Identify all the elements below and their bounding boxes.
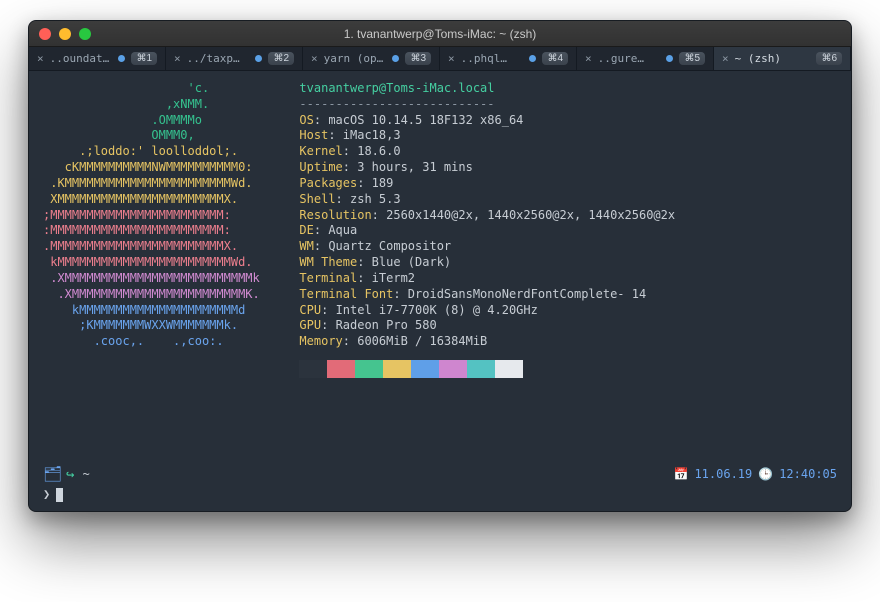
- prompt-line[interactable]: ❯: [43, 487, 837, 503]
- tab-hotkey: ⌘2: [268, 52, 294, 65]
- info-value: 18.6.0: [357, 144, 400, 158]
- maximize-button[interactable]: [79, 28, 91, 40]
- info-key: Memory: [299, 334, 342, 348]
- info-key: Terminal: [299, 271, 357, 285]
- traffic-lights: [39, 28, 91, 40]
- tab-close-icon[interactable]: ×: [37, 52, 44, 65]
- tab-close-icon[interactable]: ×: [311, 52, 318, 65]
- info-value: macOS 10.14.5 18F132 x86_64: [328, 113, 523, 127]
- info-value: Radeon Pro 580: [336, 318, 437, 332]
- tab-label: ..gure…: [598, 52, 661, 65]
- tab-hotkey: ⌘4: [542, 52, 568, 65]
- cwd-path: ~: [82, 467, 89, 483]
- info-key: CPU: [299, 303, 321, 317]
- tab-6[interactable]: × ~ (zsh) ⌘6: [714, 47, 851, 70]
- status-right: 📅 11.06.19 🕒 12:40:05: [674, 467, 838, 483]
- folder-icon: 🗂: [43, 465, 62, 485]
- info-value: 6006MiB / 16384MiB: [357, 334, 487, 348]
- info-key: Packages: [299, 176, 357, 190]
- info-value: zsh 5.3: [350, 192, 401, 206]
- info-separator: ---------------------------: [299, 97, 494, 111]
- tab-3[interactable]: × yarn (ope… ⌘3: [303, 47, 440, 70]
- clock-icon: 🕒: [758, 467, 773, 483]
- tab-1[interactable]: × ..oundatio… ⌘1: [29, 47, 166, 70]
- info-key: DE: [299, 223, 313, 237]
- tab-dirty-dot: [666, 55, 673, 62]
- tab-5[interactable]: × ..gure… ⌘5: [577, 47, 714, 70]
- status-time: 12:40:05: [779, 467, 837, 483]
- tab-dirty-dot: [392, 55, 399, 62]
- minimize-button[interactable]: [59, 28, 71, 40]
- info-value: iTerm2: [372, 271, 415, 285]
- info-key: WM Theme: [299, 255, 357, 269]
- info-key: Kernel: [299, 144, 342, 158]
- info-title: tvanantwerp@Toms-iMac.local: [299, 81, 494, 95]
- terminal-body[interactable]: 'c. ,xNMM. .OMMMMo OMMM0, .;loddo:' lool…: [29, 71, 851, 511]
- info-value: 3 hours, 31 mins: [357, 160, 473, 174]
- status-left: 🗂 ↪ ~: [43, 465, 90, 485]
- info-key: GPU: [299, 318, 321, 332]
- tab-hotkey: ⌘1: [131, 52, 157, 65]
- ascii-logo: 'c. ,xNMM. .OMMMMo OMMM0, .;loddo:' lool…: [43, 81, 281, 350]
- tab-close-icon[interactable]: ×: [174, 52, 181, 65]
- tab-label: ..oundatio…: [50, 52, 113, 65]
- info-key: Host: [299, 128, 328, 142]
- tab-close-icon[interactable]: ×: [722, 52, 729, 65]
- info-key: Terminal Font: [299, 287, 393, 301]
- tab-dirty-dot: [529, 55, 536, 62]
- window-title: 1. tvanantwerp@Toms-iMac: ~ (zsh): [29, 27, 851, 41]
- terminal-window: 1. tvanantwerp@Toms-iMac: ~ (zsh) × ..oun…: [28, 20, 852, 512]
- info-key: Uptime: [299, 160, 342, 174]
- close-button[interactable]: [39, 28, 51, 40]
- tab-4[interactable]: × ..phql… ⌘4: [440, 47, 577, 70]
- tab-hotkey: ⌘6: [816, 52, 842, 65]
- status-date: 11.06.19: [694, 467, 752, 483]
- status-bar: 🗂 ↪ ~ 📅 11.06.19 🕒 12:40:05: [43, 463, 837, 485]
- color-swatches: [299, 360, 675, 378]
- titlebar: 1. tvanantwerp@Toms-iMac: ~ (zsh): [29, 21, 851, 47]
- info-key: Resolution: [299, 208, 371, 222]
- info-key: WM: [299, 239, 313, 253]
- color-swatch: [439, 360, 467, 378]
- tab-label: ~ (zsh): [735, 52, 811, 65]
- color-swatch: [495, 360, 523, 378]
- color-swatch: [299, 360, 327, 378]
- calendar-icon: 📅: [674, 467, 689, 483]
- color-swatch: [355, 360, 383, 378]
- neofetch-output: 'c. ,xNMM. .OMMMMo OMMM0, .;loddo:' lool…: [43, 81, 837, 378]
- info-value: DroidSansMonoNerdFontComplete- 14: [408, 287, 646, 301]
- tab-close-icon[interactable]: ×: [585, 52, 592, 65]
- info-value: 189: [372, 176, 394, 190]
- prompt-caret: ❯: [43, 487, 50, 503]
- info-value: Aqua: [328, 223, 357, 237]
- tab-close-icon[interactable]: ×: [448, 52, 455, 65]
- color-swatch: [467, 360, 495, 378]
- tab-dirty-dot: [118, 55, 125, 62]
- info-value: Blue (Dark): [372, 255, 451, 269]
- tab-dirty-dot: [255, 55, 262, 62]
- info-value: Intel i7-7700K (8) @ 4.20GHz: [336, 303, 538, 317]
- tab-hotkey: ⌘5: [679, 52, 705, 65]
- branch-icon: ↪: [66, 466, 74, 484]
- cursor: [56, 488, 63, 502]
- color-swatch: [383, 360, 411, 378]
- tab-bar: × ..oundatio… ⌘1 × ../taxp… ⌘2 × yarn (ope… ⌘3 ×.…: [29, 47, 851, 71]
- info-key: OS: [299, 113, 313, 127]
- info-value: Quartz Compositor: [328, 239, 451, 253]
- info-value: iMac18,3: [343, 128, 401, 142]
- system-info: tvanantwerp@Toms-iMac.local ------------…: [299, 81, 675, 378]
- info-value: 2560x1440@2x, 1440x2560@2x, 1440x2560@2x: [386, 208, 675, 222]
- tab-2[interactable]: × ../taxp… ⌘2: [166, 47, 303, 70]
- tab-label: ..phql…: [461, 52, 524, 65]
- tab-label: yarn (ope…: [324, 52, 387, 65]
- info-key: Shell: [299, 192, 335, 206]
- color-swatch: [327, 360, 355, 378]
- color-swatch: [411, 360, 439, 378]
- tab-label: ../taxp…: [187, 52, 250, 65]
- tab-hotkey: ⌘3: [405, 52, 431, 65]
